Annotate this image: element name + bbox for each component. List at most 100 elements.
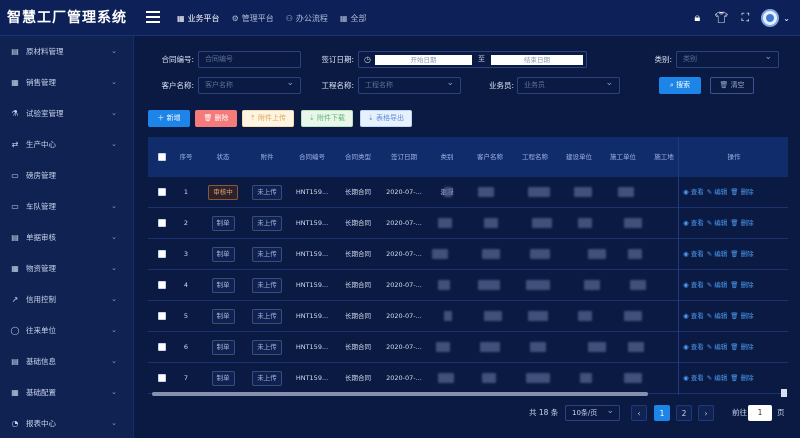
view-row-label: 查看 <box>690 219 704 227</box>
chevron-down-icon: ⌄ <box>111 140 117 148</box>
edit-row-button[interactable]: ✎ 编辑 <box>707 250 728 258</box>
add-button[interactable]: ＋ 新增 <box>148 110 190 127</box>
delete-row-button[interactable]: 🗑︎ 删除 <box>730 219 753 227</box>
sidebar-item-weighroom[interactable]: ▭ 磅房管理 <box>0 160 133 191</box>
view-row-button[interactable]: ◉ 查看 <box>683 281 704 289</box>
edit-row-button[interactable]: ✎ 编辑 <box>707 343 728 351</box>
table-row[interactable]: 5 制单 未上传 HNT159... 长期合同 2020-07-... ◉ 查看 ✎ 编辑 🗑︎… <box>148 301 788 332</box>
table-row[interactable]: 7 制单 未上传 HNT159... 长期合同 2020-07-... ◉ 查看 ✎ 编辑 🗑︎… <box>148 363 788 394</box>
redacted-cell <box>482 373 496 383</box>
customer-select[interactable]: 客户名称 <box>198 76 301 94</box>
category-select[interactable]: 类别 <box>676 50 779 68</box>
sidebar-item-production[interactable]: ⇄ 生产中心 ⌄ <box>0 129 133 160</box>
cell-contract-no: HNT159... <box>295 281 329 289</box>
row-checkbox[interactable] <box>158 374 166 382</box>
redacted-cell <box>436 342 450 352</box>
sidebar-item-lab[interactable]: ⚗ 试验室管理 ⌄ <box>0 98 133 129</box>
search-button[interactable]: ⌕ 搜索 <box>659 77 701 94</box>
table-row[interactable]: 4 制单 未上传 HNT159... 长期合同 2020-07-... ◉ 查看 ✎ 编辑 🗑︎… <box>148 270 788 301</box>
table-export-button[interactable]: ⇣ 表格导出 <box>360 110 412 127</box>
page-1-button[interactable]: 1 <box>654 405 670 421</box>
select-all-checkbox[interactable] <box>158 153 166 161</box>
sidebar-item-basic-config[interactable]: ▦ 基础配置 ⌄ <box>0 377 133 408</box>
avatar[interactable] <box>761 9 780 27</box>
goto-page-input[interactable]: 1 <box>748 405 772 421</box>
cell-site <box>646 239 682 270</box>
sidebar-item-sales[interactable]: ▦ 销售管理 ⌄ <box>0 67 133 98</box>
chevron-down-icon: ⌄ <box>111 326 117 334</box>
row-checkbox[interactable] <box>158 312 166 320</box>
topnav-item-1[interactable]: ⚙ 管理平台 <box>232 13 274 24</box>
view-row-button[interactable]: ◉ 查看 <box>683 312 704 320</box>
table-row[interactable]: 3 制单 未上传 HNT159... 长期合同 2020-07-... ◉ 查看 ✎ 编辑 🗑︎… <box>148 239 788 270</box>
page-2-button[interactable]: 2 <box>676 405 692 421</box>
delete-row-button[interactable]: 🗑︎ 删除 <box>730 312 753 320</box>
lab-icon: ⚗ <box>11 108 19 118</box>
table-row[interactable]: 1审核中未上传HNT159...长期合同2020-07-...混凝◉ 查看✎ 编… <box>148 177 788 208</box>
row-checkbox[interactable] <box>158 219 166 227</box>
delete-row-button[interactable]: 🗑︎ 删除 <box>730 250 753 258</box>
menu-toggle-icon[interactable] <box>146 11 160 23</box>
view-row-button[interactable]: ◉ 查看 <box>683 343 704 351</box>
edit-row-button[interactable]: ✎ 编辑 <box>707 374 728 382</box>
redacted-cell <box>574 187 592 197</box>
view-row-button[interactable]: ◉ 查看 <box>683 374 704 382</box>
page-size-select[interactable]: 10条/页 <box>565 404 620 421</box>
attachment-download-button[interactable]: ⇣ 附件下载 <box>301 110 353 127</box>
start-date-input[interactable]: 开始日期 <box>375 55 472 65</box>
sidebar-item-partners[interactable]: ◯ 往来单位 ⌄ <box>0 315 133 346</box>
row-checkbox[interactable] <box>158 188 166 196</box>
edit-row-button[interactable]: ✎ 编辑 <box>707 312 728 320</box>
salesman-select[interactable]: 业务员 <box>517 76 620 94</box>
contract-no-input[interactable]: 合同编号 <box>198 51 301 68</box>
column-header: 施工地 <box>654 153 674 161</box>
sidebar-item-raw-material[interactable]: ▤ 原材料管理 ⌄ <box>0 36 133 67</box>
clear-button[interactable]: 🗑︎ 清空 <box>710 77 754 94</box>
sign-date-range[interactable]: ◷ 开始日期 至 结束日期 <box>358 51 587 68</box>
delete-row-button[interactable]: 🗑︎ 删除 <box>730 188 753 196</box>
table-row[interactable]: 6 制单 未上传 HNT159... 长期合同 2020-07-... ◉ 查看 ✎ 编辑 🗑︎… <box>148 332 788 363</box>
fullscreen-icon[interactable]: ⛶ <box>737 10 753 26</box>
project-select[interactable]: 工程名称 <box>358 76 461 94</box>
sidebar-item-materials[interactable]: ▦ 物资管理 ⌄ <box>0 253 133 284</box>
sidebar-item-label: 单据审核 <box>26 233 56 242</box>
delete-row-button[interactable]: 🗑︎ 删除 <box>730 343 753 351</box>
view-row-button[interactable]: ◉ 查看 <box>683 219 704 227</box>
table-row[interactable]: 2 制单 未上传 HNT159... 长期合同 2020-07-... ◉ 查看 ✎ 编辑 🗑︎… <box>148 208 788 239</box>
prev-page-button[interactable]: ‹ <box>631 405 647 421</box>
row-checkbox[interactable] <box>158 343 166 351</box>
attachment-upload-button[interactable]: ⇡ 附件上传 <box>242 110 294 127</box>
row-checkbox[interactable] <box>158 250 166 258</box>
chevron-down-icon[interactable]: ⌄ <box>783 14 790 23</box>
eye-icon: ◉ <box>683 374 691 382</box>
edit-row-button[interactable]: ✎ 编辑 <box>707 188 728 196</box>
trash-icon: 🗑︎ <box>730 188 741 196</box>
attachment-badge: 未上传 <box>252 308 282 324</box>
skin-icon[interactable]: 👕︎ <box>713 10 729 26</box>
end-date-input[interactable]: 结束日期 <box>491 55 583 65</box>
sidebar-item-fleet[interactable]: ▭ 车队管理 ⌄ <box>0 191 133 222</box>
row-checkbox[interactable] <box>158 281 166 289</box>
edit-row-button[interactable]: ✎ 编辑 <box>707 219 728 227</box>
delete-row-button[interactable]: 🗑︎ 删除 <box>730 281 753 289</box>
horizontal-scrollbar[interactable] <box>148 391 788 397</box>
topnav-item-3[interactable]: ▦ 全部 <box>340 13 367 24</box>
sidebar-item-credit[interactable]: ↗ 信用控制 ⌄ <box>0 284 133 315</box>
sidebar-item-audit[interactable]: ▤ 单据审核 ⌄ <box>0 222 133 253</box>
redacted-cell <box>444 311 452 321</box>
sidebar-item-basic-info[interactable]: ▤ 基础信息 ⌄ <box>0 346 133 377</box>
edit-row-button[interactable]: ✎ 编辑 <box>707 281 728 289</box>
cell-date: 2020-07-... <box>386 343 422 351</box>
scrollbar-thumb[interactable] <box>152 392 648 396</box>
redacted-cell <box>624 373 642 383</box>
view-row-button[interactable]: ◉ 查看 <box>683 188 704 196</box>
next-page-button[interactable]: › <box>698 405 714 421</box>
topnav-item-2[interactable]: ⚇ 办公流程 <box>286 13 328 24</box>
view-row-button[interactable]: ◉ 查看 <box>683 250 704 258</box>
lock-icon[interactable]: 🔒︎ <box>689 10 705 26</box>
sidebar-item-reports[interactable]: ◔ 报表中心 ⌄ <box>0 408 133 438</box>
delete-row-button[interactable]: 🗑︎ 删除 <box>730 374 753 382</box>
delete-button[interactable]: 🗑︎ 删除 <box>195 110 237 127</box>
cell-contract-no: HNT159... <box>295 250 329 258</box>
topnav-item-0[interactable]: ▦ 业务平台 <box>177 13 220 24</box>
